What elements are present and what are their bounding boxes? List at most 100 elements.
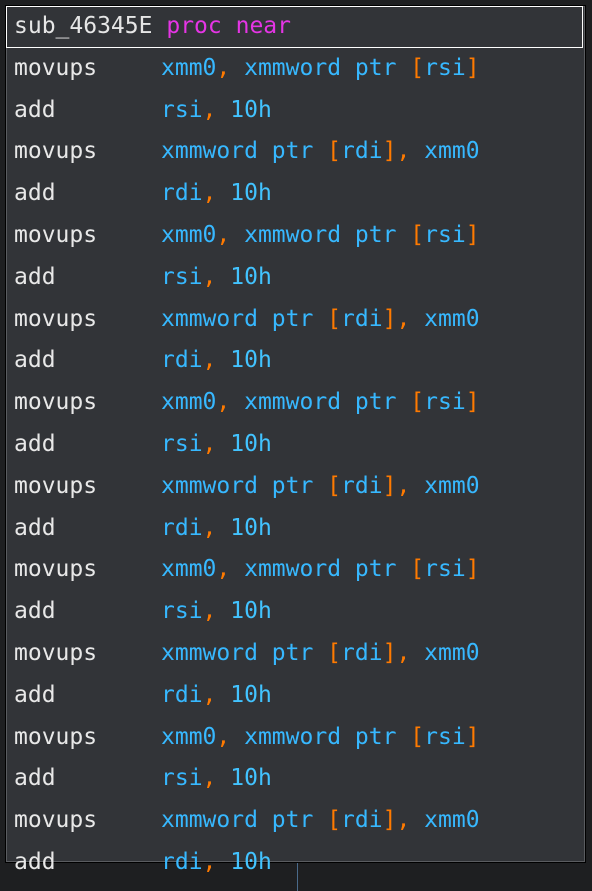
operand-size-prefix[interactable]: xmmword ptr <box>161 306 327 332</box>
operand-immediate[interactable]: 10h <box>230 849 272 875</box>
operand-register[interactable]: rdi <box>161 849 203 875</box>
operand-immediate[interactable]: 10h <box>230 682 272 708</box>
instruction-line[interactable]: movups xmm0, xmmword ptr [rsi] <box>6 215 585 257</box>
operand-register[interactable]: xmm0 <box>161 556 216 582</box>
operand-register[interactable]: rdi <box>161 180 203 206</box>
mnemonic[interactable]: add <box>14 591 161 633</box>
operand-register[interactable]: xmm0 <box>424 807 479 833</box>
mnemonic[interactable]: movups <box>14 466 161 508</box>
mnemonic[interactable]: add <box>14 424 161 466</box>
mnemonic[interactable]: movups <box>14 800 161 842</box>
mnemonic[interactable]: movups <box>14 549 161 591</box>
mnemonic[interactable]: movups <box>14 633 161 675</box>
operand-base-register[interactable]: rsi <box>424 55 466 81</box>
instruction-line[interactable]: add rsi, 10h <box>6 591 585 633</box>
operand-size-prefix[interactable]: xmmword ptr <box>244 724 410 750</box>
operand-immediate[interactable]: 10h <box>230 180 272 206</box>
mnemonic[interactable]: movups <box>14 299 161 341</box>
operand-register[interactable]: xmm0 <box>161 389 216 415</box>
mnemonic[interactable]: movups <box>14 382 161 424</box>
mnemonic[interactable]: movups <box>14 215 161 257</box>
instruction-line[interactable]: add rsi, 10h <box>6 424 585 466</box>
instruction-line[interactable]: add rdi, 10h <box>6 340 585 382</box>
operand-register[interactable]: xmm0 <box>161 55 216 81</box>
instruction-line[interactable]: movups xmmword ptr [rdi], xmm0 <box>6 131 585 173</box>
operand-register[interactable]: rsi <box>161 97 203 123</box>
operand-size-prefix[interactable]: xmmword ptr <box>244 222 410 248</box>
operand-register[interactable]: xmm0 <box>161 222 216 248</box>
instruction-line[interactable]: add rsi, 10h <box>6 257 585 299</box>
operand-base-register[interactable]: rdi <box>341 807 383 833</box>
operand-register[interactable]: xmm0 <box>424 640 479 666</box>
instruction-line[interactable]: add rdi, 10h <box>6 675 585 717</box>
function-name[interactable]: sub_46345E <box>14 13 152 39</box>
operand-base-register[interactable]: rdi <box>341 306 383 332</box>
instruction-line[interactable]: add rdi, 10h <box>6 842 585 884</box>
instruction-line[interactable]: movups xmmword ptr [rdi], xmm0 <box>6 299 585 341</box>
close-bracket: ] <box>382 472 397 499</box>
mnemonic[interactable]: movups <box>14 48 161 90</box>
instruction-line[interactable]: add rdi, 10h <box>6 508 585 550</box>
operand-immediate[interactable]: 10h <box>230 598 272 624</box>
instruction-line[interactable]: movups xmm0, xmmword ptr [rsi] <box>6 48 585 90</box>
operand-comma: , <box>216 54 231 81</box>
operand-register[interactable]: rsi <box>161 598 203 624</box>
operand-size-prefix[interactable]: xmmword ptr <box>244 55 410 81</box>
operand-size-prefix[interactable]: xmmword ptr <box>161 138 327 164</box>
mnemonic[interactable]: movups <box>14 131 161 173</box>
instruction-line[interactable]: add rsi, 10h <box>6 90 585 132</box>
operand-comma: , <box>202 514 217 541</box>
operand-comma: , <box>202 180 217 207</box>
operand-size-prefix[interactable]: xmmword ptr <box>244 389 410 415</box>
operand-immediate[interactable]: 10h <box>230 515 272 541</box>
mnemonic[interactable]: add <box>14 173 161 215</box>
mnemonic[interactable]: add <box>14 257 161 299</box>
operand-size-prefix[interactable]: xmmword ptr <box>161 807 327 833</box>
operand-register[interactable]: xmm0 <box>424 138 479 164</box>
operand-base-register[interactable]: rdi <box>341 640 383 666</box>
operand-immediate[interactable]: 10h <box>230 431 272 457</box>
operand-immediate[interactable]: 10h <box>230 264 272 290</box>
operand-base-register[interactable]: rdi <box>341 138 383 164</box>
mnemonic[interactable]: add <box>14 340 161 382</box>
operand-base-register[interactable]: rsi <box>424 222 466 248</box>
function-header[interactable]: sub_46345E proc near <box>6 6 583 48</box>
operand-immediate[interactable]: 10h <box>230 97 272 123</box>
instruction-line[interactable]: movups xmm0, xmmword ptr [rsi] <box>6 717 585 759</box>
operand-comma: , <box>202 598 217 625</box>
operand-immediate[interactable]: 10h <box>230 347 272 373</box>
operand-register[interactable]: rsi <box>161 431 203 457</box>
instruction-line[interactable]: movups xmm0, xmmword ptr [rsi] <box>6 549 585 591</box>
operand-base-register[interactable]: rsi <box>424 724 466 750</box>
operand-register[interactable]: xmm0 <box>161 724 216 750</box>
instruction-line[interactable]: movups xmmword ptr [rdi], xmm0 <box>6 800 585 842</box>
mnemonic[interactable]: add <box>14 90 161 132</box>
instruction-line[interactable]: movups xmmword ptr [rdi], xmm0 <box>6 633 585 675</box>
mnemonic[interactable]: add <box>14 675 161 717</box>
instruction-line[interactable]: add rdi, 10h <box>6 173 585 215</box>
operand-register[interactable]: rsi <box>161 264 203 290</box>
operand-register[interactable]: rdi <box>161 515 203 541</box>
instruction-line[interactable]: movups xmmword ptr [rdi], xmm0 <box>6 466 585 508</box>
instruction-line[interactable]: movups xmm0, xmmword ptr [rsi] <box>6 382 585 424</box>
mnemonic[interactable]: movups <box>14 717 161 759</box>
operand-base-register[interactable]: rdi <box>341 473 383 499</box>
operand-base-register[interactable]: rsi <box>424 556 466 582</box>
operand-size-prefix[interactable]: xmmword ptr <box>244 556 410 582</box>
open-bracket: [ <box>410 556 425 583</box>
instruction-rows: movups xmm0, xmmword ptr [rsi] add rsi, 10h… <box>6 48 585 884</box>
operand-register[interactable]: xmm0 <box>424 473 479 499</box>
operand-immediate[interactable]: 10h <box>230 765 272 791</box>
operand-size-prefix[interactable]: xmmword ptr <box>161 473 327 499</box>
operand-register[interactable]: rdi <box>161 347 203 373</box>
mnemonic[interactable]: add <box>14 842 161 884</box>
instruction-line[interactable]: add rsi, 10h <box>6 758 585 800</box>
code-block-node[interactable]: sub_46345E proc near movups xmm0, xmmword… <box>5 5 586 875</box>
operand-register[interactable]: xmm0 <box>424 306 479 332</box>
operand-base-register[interactable]: rsi <box>424 389 466 415</box>
mnemonic[interactable]: add <box>14 508 161 550</box>
operand-register[interactable]: rsi <box>161 765 203 791</box>
operand-size-prefix[interactable]: xmmword ptr <box>161 640 327 666</box>
operand-register[interactable]: rdi <box>161 682 203 708</box>
mnemonic[interactable]: add <box>14 758 161 800</box>
